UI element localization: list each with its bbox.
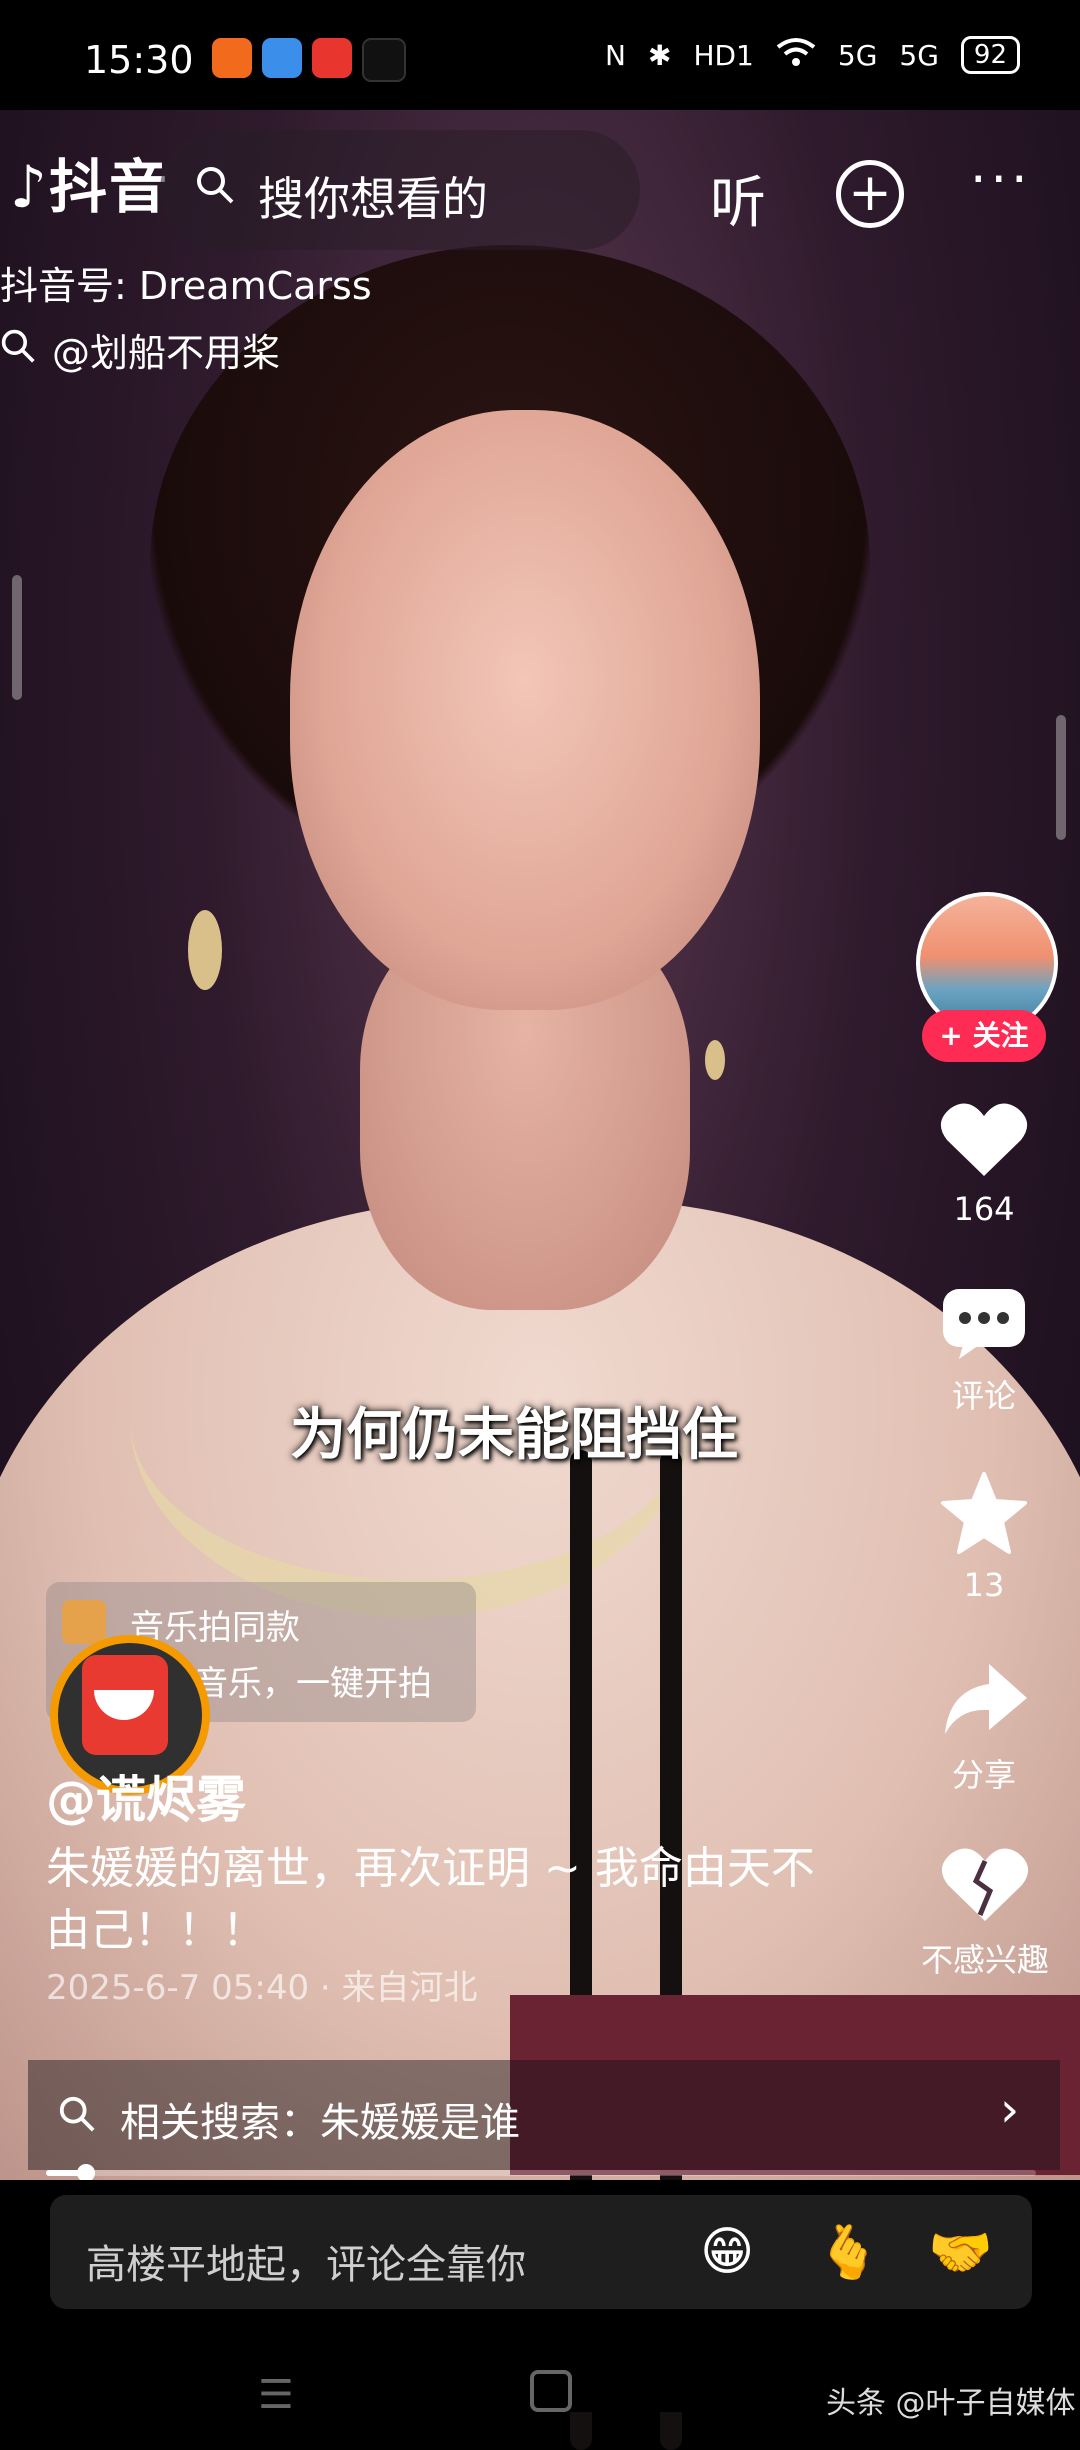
add-button[interactable]: + [836,160,904,228]
heart-icon [940,1103,1028,1176]
douyin-id-watermark: 抖音号: DreamCarss [0,264,372,308]
video-caption: 朱媛媛的离世，再次证明 ~ 我命由天不由己！！！ [46,1843,815,1956]
video-progress-track[interactable] [46,2170,1036,2176]
emoji-handshake-button[interactable]: 🤝 [928,2222,993,2283]
chevron-right-icon: › [1000,2082,1020,2138]
follow-button[interactable]: + 关注 [922,1010,1046,1062]
nav-home-icon[interactable] [530,2370,572,2412]
emoji-finger-heart-button[interactable]: 🫰 [816,2222,881,2283]
bluetooth-icon: ✱ [647,38,672,72]
comment-placeholder: 高楼平地起，评论全靠你 [86,2242,526,2288]
wifi-icon [776,37,816,74]
comment-button[interactable]: 评论 [929,1285,1039,1417]
video-figure-face [290,410,760,1010]
douyin-logo: ♪抖音 [10,153,170,221]
like-count: 164 [953,1190,1015,1228]
like-button[interactable]: 164 [929,1100,1039,1228]
app-notification-icon [312,38,352,78]
signal-icon: 5G [837,38,878,72]
comment-label: 评论 [951,1377,1016,1415]
battery-icon: 92 [960,36,1020,74]
search-icon [1,329,35,363]
watermark-user: @划船不用桨 [52,331,281,375]
douyin-notification-icon [362,38,406,82]
hd-icon: HD1 [693,38,754,72]
video-figure-earring [188,910,222,990]
footer-watermark: 头条 @叶子自媒体 [826,2386,1076,2421]
nfc-icon: N [605,38,626,72]
not-interested-label: 不感兴趣 [920,1941,1049,1979]
star-icon [941,1472,1027,1554]
nav-menu-icon[interactable]: ☰ [258,2372,294,2418]
share-label: 分享 [951,1756,1016,1794]
left-drawer-handle[interactable] [12,575,22,700]
listen-button[interactable]: 听 [710,158,766,239]
emoji-grin-button[interactable]: 😁 [700,2222,754,2282]
broken-heart-icon [941,1848,1029,1921]
status-time: 15:30 [84,38,194,82]
tiktok-note-icon: ♪ [10,153,50,221]
comment-icon [943,1289,1025,1359]
related-search-text: 相关搜索：朱媛媛是谁 [120,2100,520,2146]
search-placeholder: 搜你想看的 [258,172,488,226]
more-button[interactable]: ··· [970,150,1032,210]
favorite-button[interactable]: 13 [929,1470,1039,1604]
post-time-location: 2025-6-7 05:40 · 来自河北 [46,1968,478,2008]
right-drawer-handle[interactable] [1056,715,1066,840]
music-card-subtitle: 音乐，一键开拍 [194,1664,432,1704]
video-subtitle: 为何仍未能阻挡住 [290,1403,738,1468]
favorite-count: 13 [963,1566,1005,1604]
author-name[interactable]: @谎烬雾 [46,1760,246,1832]
app-notification-icon [262,38,302,78]
music-note-icon [62,1600,106,1644]
share-button[interactable]: 分享 [929,1660,1039,1796]
app-notification-icon [212,38,252,78]
share-arrow-icon [945,1664,1027,1734]
search-icon [59,2096,95,2132]
not-interested-button[interactable]: 不感兴趣 [905,1845,1065,1981]
search-icon [197,167,234,204]
video-figure-earring [705,1040,725,1080]
status-icons: N ✱ HD1 5G 5G 92 [605,36,1020,74]
signal-icon: 5G [899,38,939,72]
